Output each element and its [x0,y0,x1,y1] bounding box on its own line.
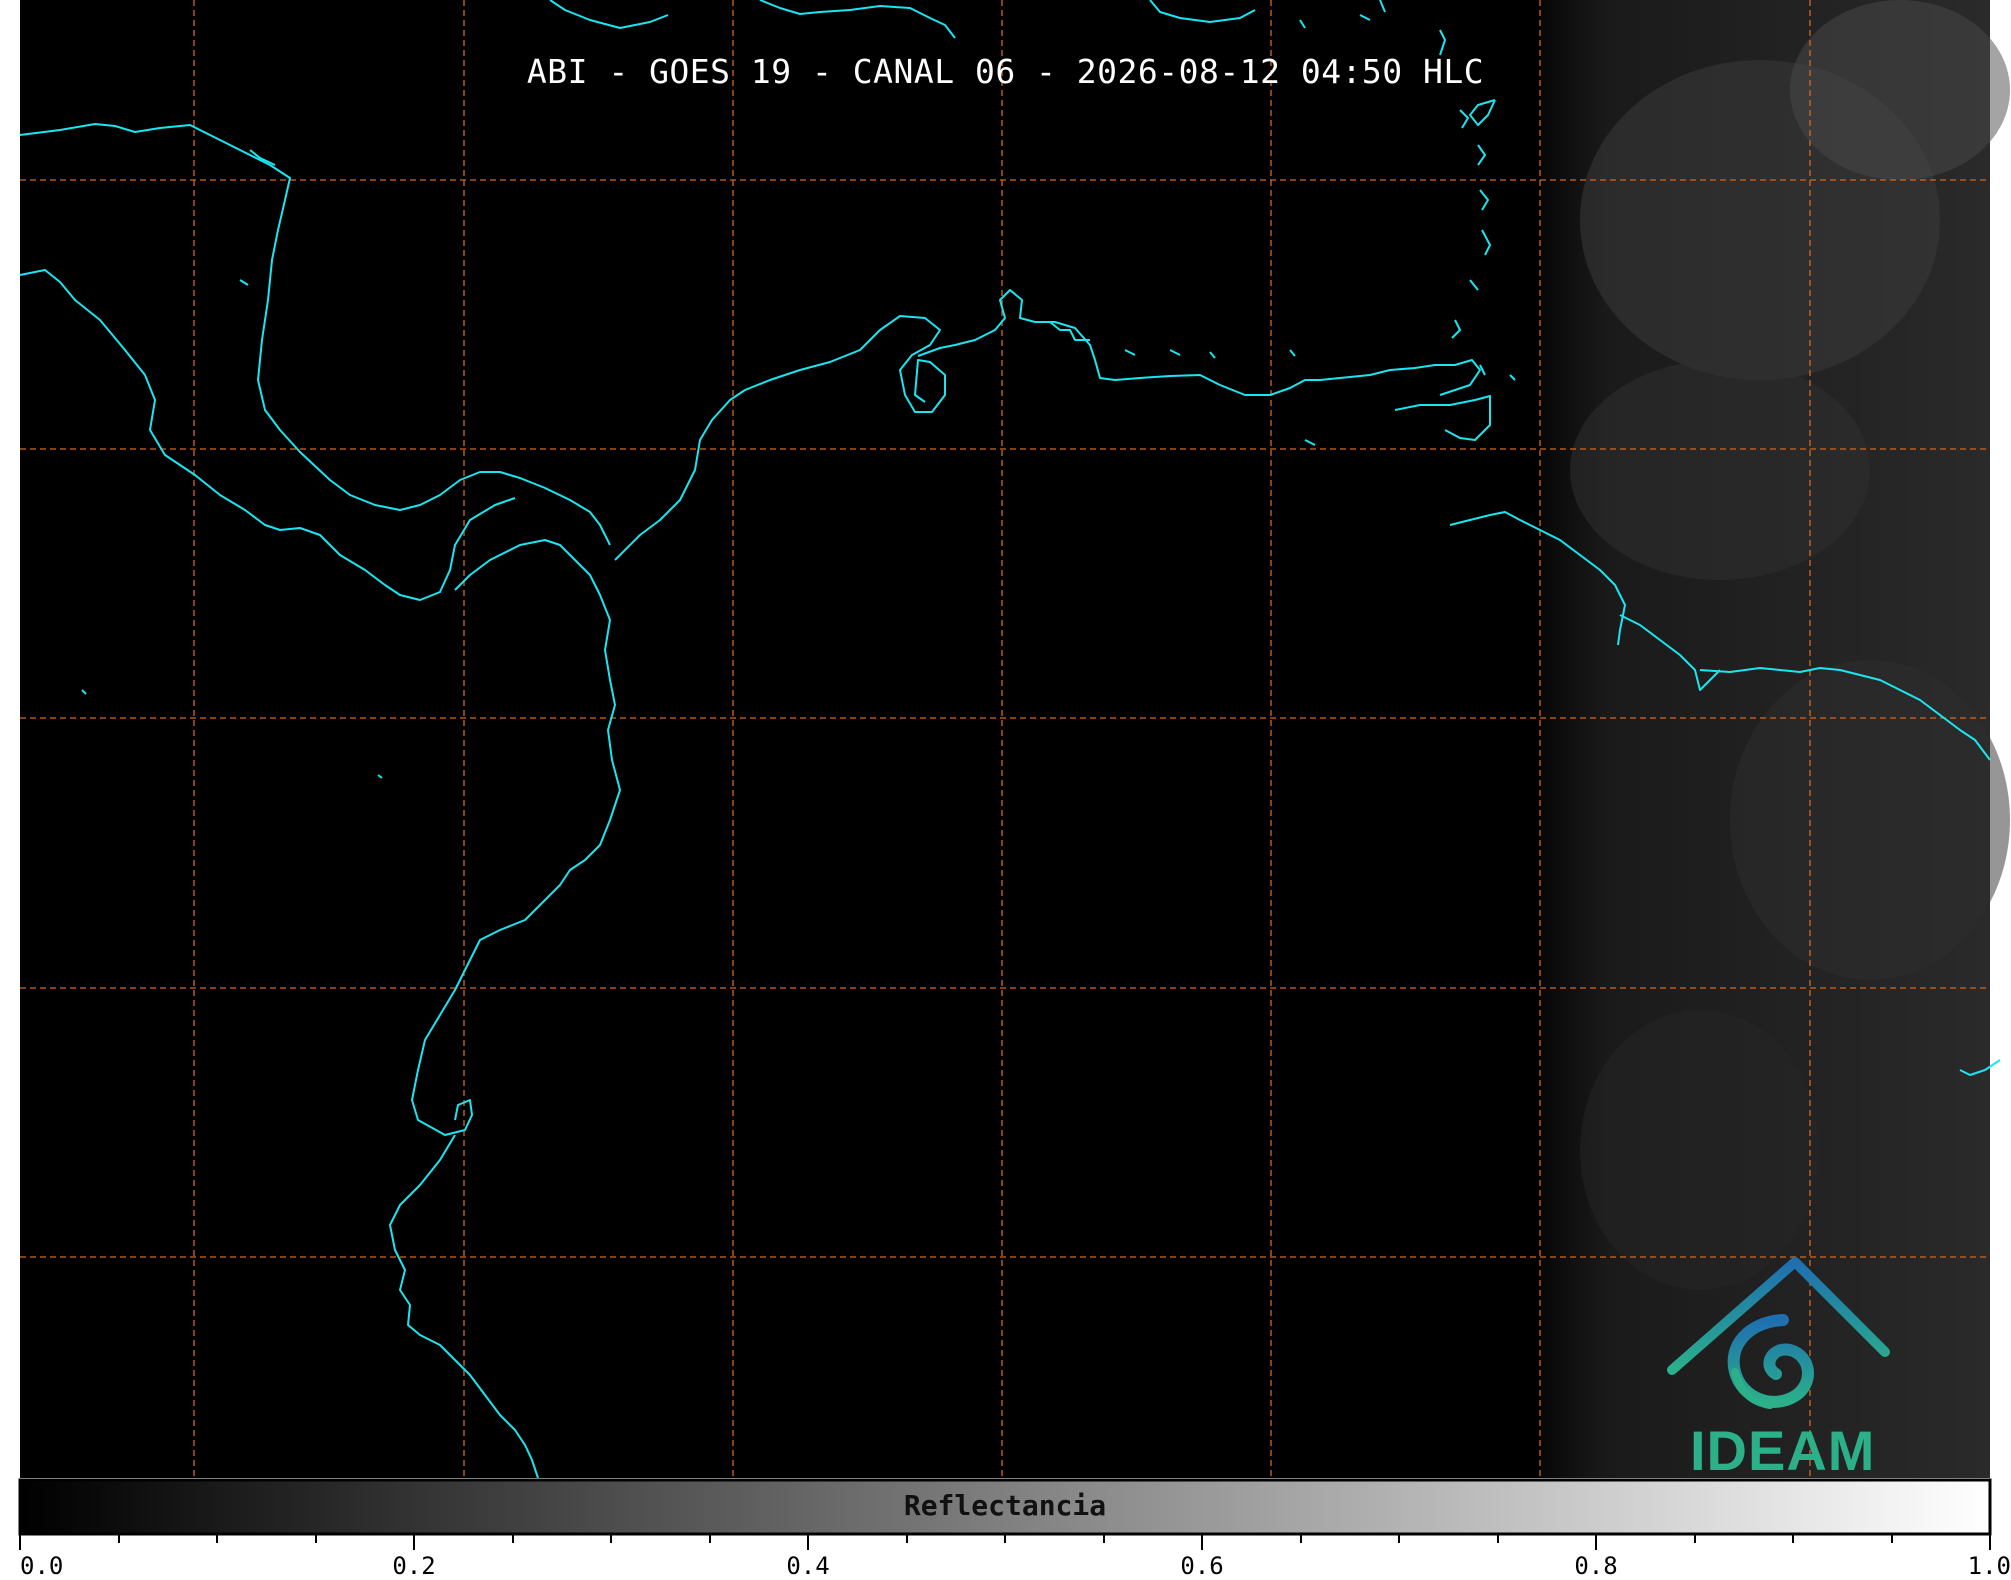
colorbar-tick-label: 0.0 [20,1552,64,1580]
satellite-map [18,0,2010,1550]
colorbar-tick-label: 1.0 [1967,1552,2011,1580]
colorbar-tick-label: 0.2 [392,1552,436,1580]
colorbar-ticks [19,1534,1991,1550]
cloud-patch [1570,360,1870,580]
colorbar-tick-label: 0.8 [1574,1552,1618,1580]
ideam-logo-text: IDEAM [1690,1419,1876,1482]
cloud-patch [1580,1010,1820,1290]
cloud-patch [1730,660,2010,980]
colorbar-tick-label: 0.6 [1180,1552,1224,1580]
colorbar-label: Reflectancia [903,1489,1107,1522]
map-title: ABI - GOES 19 - CANAL 06 - 2026-08-12 04… [526,52,1485,91]
colorbar-tick-label: 0.4 [786,1552,830,1580]
